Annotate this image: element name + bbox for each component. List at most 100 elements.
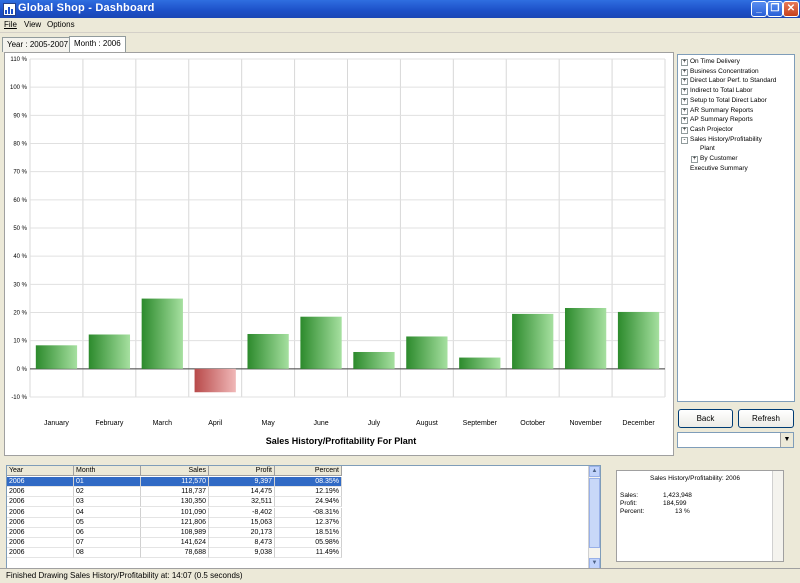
table-cell: 141,624 xyxy=(141,538,209,549)
summary-panel: Sales History/Profitability: 2006 Sales:… xyxy=(616,470,784,562)
table-cell: 101,090 xyxy=(141,507,209,518)
expand-icon[interactable]: + xyxy=(681,126,688,134)
column-header[interactable]: Sales xyxy=(141,466,209,476)
expand-icon[interactable]: + xyxy=(681,68,688,76)
table-cell: 2006 xyxy=(7,487,74,498)
tree-item-label: Setup to Total Direct Labor xyxy=(690,96,767,104)
tree-item-label: Cash Projector xyxy=(690,125,733,133)
bar-july xyxy=(353,351,395,369)
tree-item-label: Executive Summary xyxy=(690,164,748,172)
y-tick-label: 40 % xyxy=(13,254,27,260)
bar-october xyxy=(512,313,554,369)
status-bar: Finished Drawing Sales History/Profitabi… xyxy=(0,568,800,583)
expand-icon[interactable]: + xyxy=(681,97,688,105)
filter-dropdown[interactable]: ▼ xyxy=(677,432,794,448)
x-tick-label: May xyxy=(262,420,276,427)
bar-may xyxy=(247,333,289,369)
table-row[interactable]: 2006 06 108,989 20,173 18.51% xyxy=(7,528,587,538)
title-bar: Global Shop - Dashboard _ ❐ ✕ xyxy=(0,0,800,18)
x-tick-label: March xyxy=(153,420,173,427)
y-tick-label: 30 % xyxy=(13,282,27,288)
column-header[interactable]: Month xyxy=(74,466,141,476)
table-row[interactable]: 2006 05 121,806 15,063 12.37% xyxy=(7,517,587,528)
expand-icon[interactable]: + xyxy=(681,78,688,86)
maximize-button[interactable]: ❐ xyxy=(767,1,783,17)
column-header[interactable]: Percent xyxy=(275,466,342,476)
tab-year[interactable]: Year : 2005-2007 xyxy=(2,37,74,52)
y-tick-label: 10 % xyxy=(13,339,27,345)
table-cell: 04 xyxy=(74,507,141,518)
collapse-icon[interactable]: - xyxy=(681,136,688,144)
table-cell: 01 xyxy=(74,477,141,487)
table-cell: 07 xyxy=(74,538,141,549)
column-header[interactable]: Year xyxy=(7,466,74,476)
bar-june xyxy=(300,316,342,369)
table-cell: 112,570 xyxy=(141,477,209,487)
x-tick-label: January xyxy=(44,420,69,427)
table-row[interactable]: 2006 01 112,570 9,397 08.35% xyxy=(7,477,587,487)
expand-icon[interactable]: + xyxy=(691,156,698,163)
expand-icon[interactable]: + xyxy=(681,59,688,66)
table-cell: 2006 xyxy=(7,517,74,528)
table-cell: 12.19% xyxy=(275,487,342,498)
y-tick-label: 50 % xyxy=(13,226,27,232)
expand-icon[interactable]: + xyxy=(681,88,688,96)
y-tick-label: 90 % xyxy=(13,113,27,119)
y-tick-label: 110 % xyxy=(10,57,27,63)
menu-options[interactable]: Options xyxy=(47,20,75,29)
table-row[interactable]: 2006 07 141,624 8,473 05.98% xyxy=(7,538,587,549)
chart-title: Sales History/Profitability For Plant xyxy=(266,436,417,446)
table-cell: 24.94% xyxy=(275,497,342,508)
table-cell: 08 xyxy=(74,548,141,559)
summary-profit-value: 184,599 xyxy=(663,500,687,507)
grid-scrollbar[interactable]: ▲ ▼ xyxy=(588,466,600,569)
x-tick-label: February xyxy=(95,420,124,427)
table-cell: 02 xyxy=(74,487,141,498)
bar-march xyxy=(141,298,183,369)
scroll-thumb[interactable] xyxy=(589,478,600,548)
bar-november xyxy=(564,307,607,369)
table-row[interactable]: 2006 04 101,090 -8,402 -08.31% xyxy=(7,507,587,518)
refresh-button[interactable]: Refresh xyxy=(738,409,794,428)
x-tick-label: July xyxy=(368,420,381,427)
scroll-up-icon[interactable]: ▲ xyxy=(589,466,600,477)
x-tick-label: December xyxy=(622,420,655,427)
y-tick-label: 80 % xyxy=(13,142,27,148)
table-row[interactable]: 2006 03 130,350 32,511 24.94% xyxy=(7,497,587,508)
bar-april xyxy=(194,368,236,393)
x-tick-label: November xyxy=(569,420,602,427)
expand-icon[interactable]: + xyxy=(681,107,688,115)
table-cell: 108,989 xyxy=(141,528,209,538)
column-header[interactable]: Profit xyxy=(209,466,275,476)
table-row[interactable]: 2006 08 78,688 9,038 11.49% xyxy=(7,548,587,559)
tree-item-label: By Customer xyxy=(700,155,738,162)
y-tick-label: -10 % xyxy=(11,395,27,401)
chart-panel: 110 % 100 % 90 % 80 % 70 % 60 % 50 % 40 % 30 % 20… xyxy=(4,52,674,456)
table-cell: 14,475 xyxy=(209,487,275,498)
menu-view[interactable]: View xyxy=(24,20,41,29)
bar-september xyxy=(459,357,501,369)
tab-month[interactable]: Month : 2006 xyxy=(69,36,126,52)
menu-file[interactable]: File xyxy=(4,20,17,29)
expand-icon[interactable]: + xyxy=(681,117,688,125)
chevron-down-icon[interactable]: ▼ xyxy=(780,433,793,447)
minimize-button[interactable]: _ xyxy=(751,1,767,17)
table-cell: 08.35% xyxy=(275,477,342,487)
x-tick-label: September xyxy=(463,420,498,427)
data-grid: ▲ ▼ Year Month Sales Profit Percent 2006 01 112… xyxy=(6,465,601,570)
table-row[interactable]: 2006 02 118,737 14,475 12.19% xyxy=(7,487,587,498)
table-cell: 05 xyxy=(74,517,141,528)
app-chart-icon xyxy=(3,3,16,16)
summary-scrollbar[interactable] xyxy=(772,471,783,561)
table-header: Year Month Sales Profit Percent xyxy=(7,466,587,476)
table-cell: 03 xyxy=(74,497,141,508)
close-button[interactable]: ✕ xyxy=(783,1,799,17)
table-cell: 06 xyxy=(74,528,141,538)
menu-bar: File View Options xyxy=(0,18,800,33)
back-button[interactable]: Back xyxy=(678,409,733,428)
table-cell: 2006 xyxy=(7,528,74,538)
table-cell: 18.51% xyxy=(275,528,342,538)
summary-sales-label: Sales: xyxy=(620,492,639,499)
table-cell: 9,038 xyxy=(209,548,275,559)
status-text: Finished Drawing Sales History/Profitabi… xyxy=(6,571,243,580)
